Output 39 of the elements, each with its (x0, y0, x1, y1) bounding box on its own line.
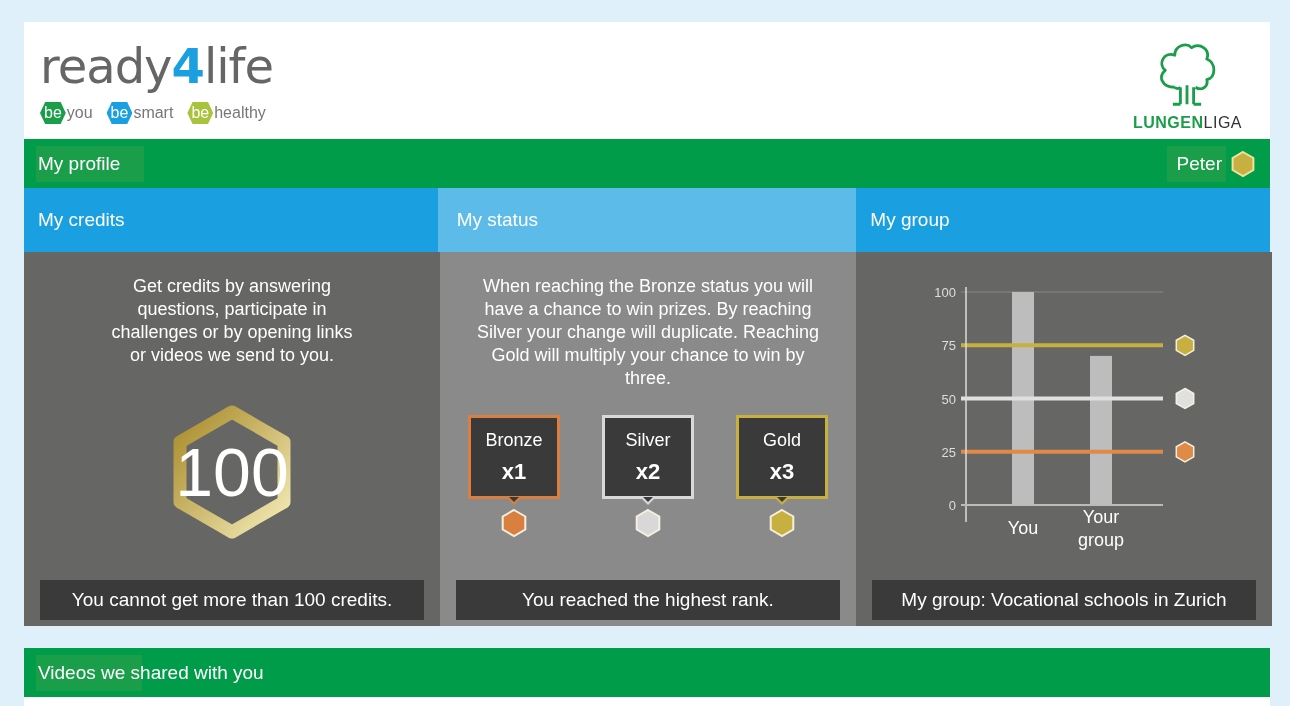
logo: ready4life (40, 40, 273, 92)
tick-label: 25 (941, 444, 956, 460)
tagline-word: smart (133, 104, 174, 122)
medal-icon (499, 507, 529, 539)
medal-icon (1175, 440, 1195, 463)
user-name[interactable]: Peter (1166, 145, 1226, 182)
tier-name: Silver (625, 429, 671, 451)
status-description: When reaching the Bronze status you will have a chance to win prizes. By reaching Silver your change will duplicate. Reaching Gold will multiply your chance to win by three. (475, 275, 821, 390)
category-label: You (1007, 518, 1039, 538)
tick-label: 75 (941, 338, 956, 354)
tagline-badge: be (40, 102, 66, 124)
tick-label: 100 (934, 285, 956, 300)
tab[interactable]: My credits (24, 188, 438, 252)
tagline-badge: be (106, 102, 133, 124)
tier-name: Gold (763, 429, 801, 451)
medal-icon (767, 507, 797, 539)
tagline-badge: be (187, 102, 214, 124)
status-note: You reached the highest rank. (456, 580, 840, 620)
profile-title: My profile (36, 145, 145, 182)
tick-label: 0 (948, 498, 956, 513)
medal-icon (1175, 387, 1195, 410)
tier-multiplier: x2 (635, 458, 661, 485)
category-label: Your group (1078, 506, 1124, 550)
medal-icon (1230, 149, 1256, 178)
credits-note: You cannot get more than 100 credits. (40, 580, 424, 620)
tagline-word: healthy (214, 104, 266, 122)
group-note: My group: Vocational schools in Zurich (872, 580, 1256, 620)
tick-label: 50 (941, 391, 956, 407)
credits-description: Get credits by answering questions, participate in challenges or by opening links or videos we send to you. (110, 275, 354, 367)
tab[interactable]: My group (856, 188, 1270, 252)
tier-multiplier: x1 (501, 458, 527, 485)
section-title: Videos we shared with you (36, 654, 266, 691)
tier-multiplier: x3 (769, 458, 795, 485)
tier-name: Bronze (485, 429, 543, 451)
tagline-word: you (66, 104, 93, 122)
tab[interactable]: My status (437, 188, 857, 252)
partner-logo: LUNGENLIGA (1132, 114, 1242, 132)
medal-icon (633, 507, 663, 539)
medal-icon (1175, 334, 1195, 357)
